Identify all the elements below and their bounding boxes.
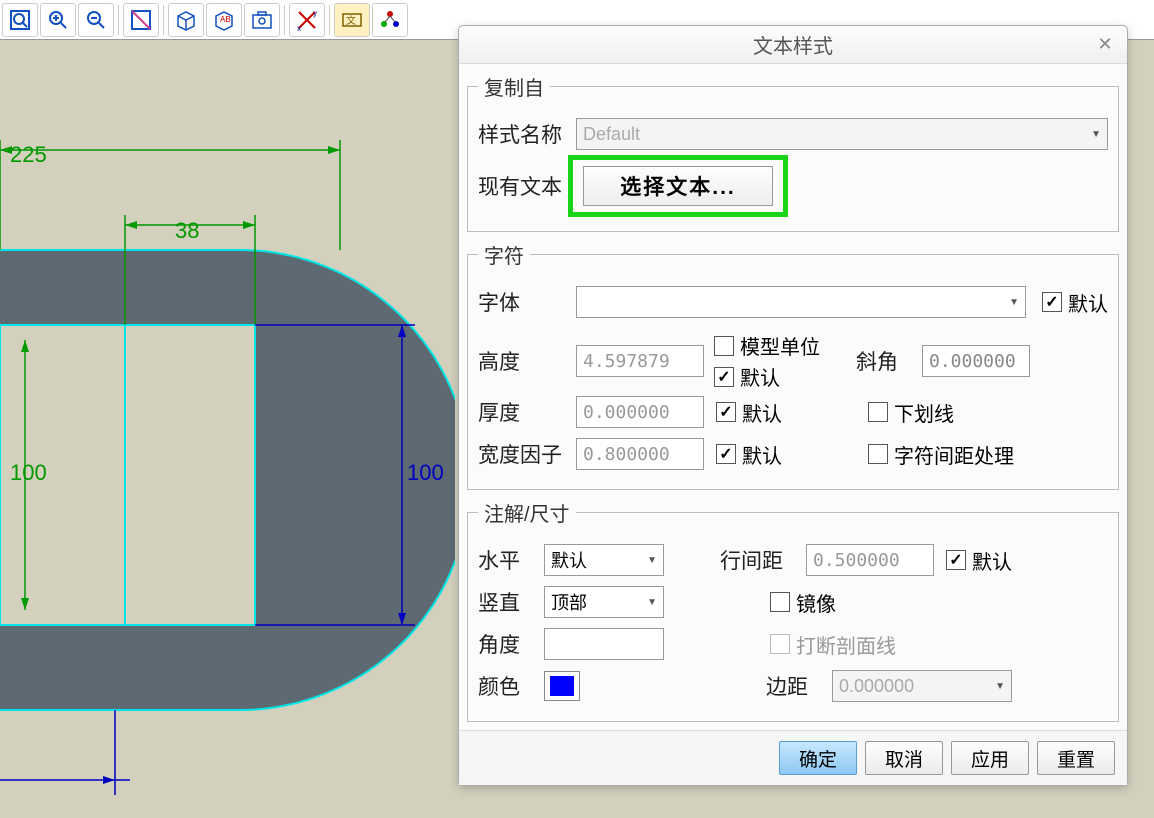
char-spacing-checkbox[interactable]: 字符间距处理: [868, 440, 1014, 469]
font-label: 字体: [478, 287, 570, 317]
text-format-icon[interactable]: 文: [334, 3, 370, 37]
character-group: 字符 字体 默认 高度 模型单位 默认 斜角 厚度 默认 下划线 宽度因子 默认: [467, 240, 1119, 490]
height-input[interactable]: [576, 345, 704, 377]
style-name-label: 样式名称: [478, 119, 570, 149]
svg-text:y: y: [313, 9, 317, 18]
slant-label: 斜角: [856, 346, 916, 376]
dim-38: 38: [175, 218, 199, 243]
color-picker[interactable]: [544, 671, 580, 701]
svg-text:AB: AB: [220, 15, 231, 24]
reset-button[interactable]: 重置: [1037, 741, 1115, 775]
model-unit-checkbox[interactable]: 模型单位: [714, 331, 820, 360]
cancel-button[interactable]: 取消: [865, 741, 943, 775]
line-spacing-label: 行间距: [720, 545, 800, 575]
svg-text:x: x: [297, 24, 301, 32]
color-label: 颜色: [478, 671, 538, 701]
horizontal-select[interactable]: 默认: [544, 544, 664, 576]
vertical-label: 竖直: [478, 587, 538, 617]
axis-toggle-icon[interactable]: xy: [289, 3, 325, 37]
annotation-legend: 注解/尺寸: [478, 498, 576, 527]
horizontal-label: 水平: [478, 545, 538, 575]
break-section-checkbox: 打断剖面线: [770, 630, 896, 659]
text-ab-icon[interactable]: AB: [206, 3, 242, 37]
zoom-window-icon[interactable]: [123, 3, 159, 37]
cad-canvas[interactable]: 225 38 100 100: [0, 40, 455, 818]
height-default-checkbox[interactable]: 默认: [714, 362, 820, 391]
width-factor-label: 宽度因子: [478, 439, 570, 469]
font-select[interactable]: [576, 286, 1026, 318]
margin-select[interactable]: 0.000000: [832, 670, 1012, 702]
underline-checkbox[interactable]: 下划线: [868, 398, 954, 427]
mirror-checkbox[interactable]: 镜像: [770, 588, 836, 617]
ok-button[interactable]: 确定: [779, 741, 857, 775]
text-style-dialog: 文本样式 ✕ 复制自 样式名称 Default 现有文本 选择文本... 字符 …: [458, 25, 1128, 786]
dialog-title: 文本样式: [753, 30, 833, 59]
margin-label: 边距: [766, 671, 826, 701]
angle-input[interactable]: [544, 628, 664, 660]
select-text-button[interactable]: 选择文本...: [583, 166, 773, 206]
dialog-title-bar[interactable]: 文本样式 ✕: [459, 26, 1127, 64]
apply-button[interactable]: 应用: [951, 741, 1029, 775]
thickness-label: 厚度: [478, 397, 570, 427]
line-spacing-default-checkbox[interactable]: 默认: [946, 546, 1012, 575]
thickness-default-checkbox[interactable]: 默认: [716, 398, 782, 427]
dim-225: 225: [10, 142, 47, 167]
vertical-select[interactable]: 顶部: [544, 586, 664, 618]
dim-100-right: 100: [407, 460, 444, 485]
dim-100-left: 100: [10, 460, 47, 485]
width-default-checkbox[interactable]: 默认: [716, 440, 782, 469]
thickness-input[interactable]: [576, 396, 704, 428]
line-spacing-input[interactable]: [806, 544, 934, 576]
dialog-button-bar: 确定 取消 应用 重置: [459, 730, 1127, 785]
svg-text:文: 文: [346, 14, 356, 27]
character-legend: 字符: [478, 240, 530, 269]
font-default-checkbox[interactable]: 默认: [1042, 288, 1108, 317]
copy-from-legend: 复制自: [478, 72, 550, 101]
existing-text-label: 现有文本: [478, 171, 562, 201]
select-text-highlight: 选择文本...: [568, 155, 788, 217]
rgb-axis-icon[interactable]: [372, 3, 408, 37]
style-name-select[interactable]: Default: [576, 118, 1108, 150]
height-label: 高度: [478, 346, 570, 376]
close-icon[interactable]: ✕: [1093, 32, 1117, 56]
angle-label: 角度: [478, 629, 538, 659]
zoom-fit-icon[interactable]: [2, 3, 38, 37]
zoom-out-icon[interactable]: [78, 3, 114, 37]
box-3d-icon[interactable]: [168, 3, 204, 37]
width-factor-input[interactable]: [576, 438, 704, 470]
annotation-group: 注解/尺寸 水平 默认 行间距 默认 竖直 顶部 镜像 角度 打断剖面线 颜色 …: [467, 498, 1119, 722]
camera-capture-icon[interactable]: [244, 3, 280, 37]
zoom-in-icon[interactable]: [40, 3, 76, 37]
slant-input[interactable]: [922, 345, 1030, 377]
copy-from-group: 复制自 样式名称 Default 现有文本 选择文本...: [467, 72, 1119, 232]
